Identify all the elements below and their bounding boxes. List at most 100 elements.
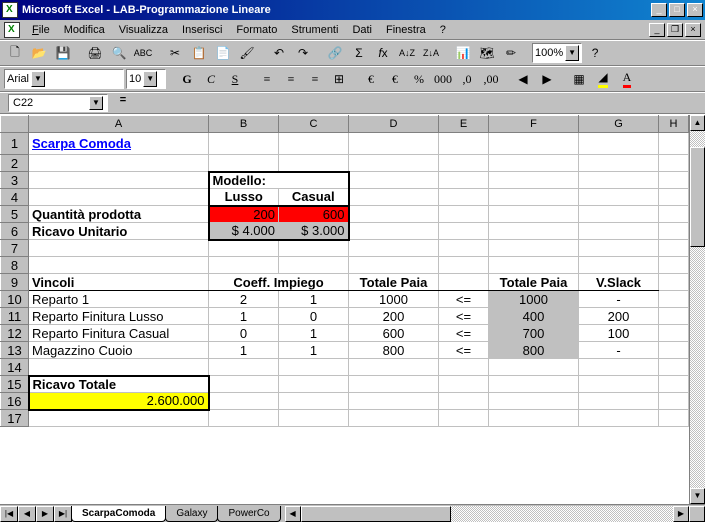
cell-A1[interactable]: Scarpa Comoda	[29, 133, 209, 155]
map-button[interactable]: 🗺	[476, 42, 498, 64]
cell-A15[interactable]: Ricavo Totale	[29, 376, 209, 393]
bold-button[interactable]: G	[176, 68, 198, 90]
col-E[interactable]: E	[439, 116, 489, 133]
menu-finestra[interactable]: Finestra	[380, 22, 432, 38]
row-3[interactable]: 3	[1, 172, 29, 189]
row-8[interactable]: 8	[1, 257, 29, 274]
menu-visualizza[interactable]: Visualizza	[113, 22, 174, 38]
tab-first-button[interactable]: |◀	[0, 506, 18, 522]
tab-prev-button[interactable]: ◀	[18, 506, 36, 522]
cell-D12[interactable]: 600	[349, 325, 439, 342]
cell-A11[interactable]: Reparto Finitura Lusso	[29, 308, 209, 325]
row-10[interactable]: 10	[1, 291, 29, 308]
menu-help[interactable]: ?	[434, 22, 452, 38]
row-7[interactable]: 7	[1, 240, 29, 257]
paste-button[interactable]: 📄	[212, 42, 234, 64]
doc-close-button[interactable]: ×	[685, 23, 701, 37]
row-5[interactable]: 5	[1, 206, 29, 223]
borders-button[interactable]: ▦	[568, 68, 590, 90]
doc-minimize-button[interactable]: _	[649, 23, 665, 37]
row-13[interactable]: 13	[1, 342, 29, 359]
sort-desc-button[interactable]: Z↓A	[420, 42, 442, 64]
redo-button[interactable]: ↷	[292, 42, 314, 64]
cell-C13[interactable]: 1	[279, 342, 349, 359]
row-9[interactable]: 9	[1, 274, 29, 291]
open-button[interactable]: 📂	[28, 42, 50, 64]
cell-G9[interactable]: V.Slack	[579, 274, 659, 291]
maximize-button[interactable]: □	[669, 3, 685, 17]
resize-grip[interactable]	[689, 506, 705, 522]
tab-last-button[interactable]: ▶|	[54, 506, 72, 522]
row-1[interactable]: 1	[1, 133, 29, 155]
tab-galaxy[interactable]: Galaxy	[165, 506, 218, 522]
dec-indent-button[interactable]: ◀	[512, 68, 534, 90]
cell-E12[interactable]: <=	[439, 325, 489, 342]
scroll-right-button[interactable]: ▶	[673, 506, 689, 522]
col-F[interactable]: F	[489, 116, 579, 133]
cell-F12[interactable]: 700	[489, 325, 579, 342]
col-B[interactable]: B	[209, 116, 279, 133]
function-button[interactable]: fx	[372, 42, 394, 64]
euro-button[interactable]: €	[384, 68, 406, 90]
select-all[interactable]	[1, 116, 29, 133]
cell-D9[interactable]: Totale Paia	[349, 274, 439, 291]
formatpainter-button[interactable]: 🖌	[236, 42, 258, 64]
scroll-thumb[interactable]	[690, 147, 705, 247]
cell-B11[interactable]: 1	[209, 308, 279, 325]
row-6[interactable]: 6	[1, 223, 29, 240]
align-left-button[interactable]: ≡	[256, 68, 278, 90]
fill-color-button[interactable]: ◢	[592, 68, 614, 90]
vertical-scrollbar[interactable]: ▲ ▼	[689, 115, 705, 504]
autosum-button[interactable]: Σ	[348, 42, 370, 64]
scroll-left-button[interactable]: ◀	[285, 506, 301, 522]
cell-A13[interactable]: Magazzino Cuoio	[29, 342, 209, 359]
tab-scarpacomoda[interactable]: ScarpaComoda	[71, 506, 166, 522]
cut-button[interactable]: ✂	[164, 42, 186, 64]
drawing-button[interactable]: ✏	[500, 42, 522, 64]
col-A[interactable]: A	[29, 116, 209, 133]
italic-button[interactable]: C	[200, 68, 222, 90]
row-14[interactable]: 14	[1, 359, 29, 376]
minimize-button[interactable]: _	[651, 3, 667, 17]
help-button[interactable]: ?	[584, 42, 606, 64]
cell-A6[interactable]: Ricavo Unitario	[29, 223, 209, 240]
hyperlink-button[interactable]: 🔗	[324, 42, 346, 64]
cell-B4[interactable]: Lusso	[209, 189, 279, 206]
cell-A16[interactable]: 2.600.000	[29, 393, 209, 410]
row-12[interactable]: 12	[1, 325, 29, 342]
inc-indent-button[interactable]: ▶	[536, 68, 558, 90]
undo-button[interactable]: ↶	[268, 42, 290, 64]
menu-modifica[interactable]: Modifica	[58, 22, 111, 38]
col-H[interactable]: H	[659, 116, 689, 133]
cell-G11[interactable]: 200	[579, 308, 659, 325]
tab-next-button[interactable]: ▶	[36, 506, 54, 522]
spellcheck-button[interactable]: ABC	[132, 42, 154, 64]
percent-button[interactable]: %	[408, 68, 430, 90]
new-button[interactable]: 🗋	[4, 42, 26, 64]
cell-C6[interactable]: $ 3.000	[279, 223, 349, 240]
font-color-button[interactable]: A	[616, 68, 638, 90]
row-2[interactable]: 2	[1, 155, 29, 172]
cell-B5[interactable]: 200	[209, 206, 279, 223]
zoom-combo[interactable]: 100%▼	[532, 43, 582, 63]
cell-B13[interactable]: 1	[209, 342, 279, 359]
cell-F10[interactable]: 1000	[489, 291, 579, 308]
menu-file[interactable]: File	[26, 22, 56, 38]
cell-F11[interactable]: 400	[489, 308, 579, 325]
cell-B6[interactable]: $ 4.000	[209, 223, 279, 240]
cell-D13[interactable]: 800	[349, 342, 439, 359]
cell-A9[interactable]: Vincoli	[29, 274, 209, 291]
cell-C4[interactable]: Casual	[279, 189, 349, 206]
cell-C5[interactable]: 600	[279, 206, 349, 223]
cell-C11[interactable]: 0	[279, 308, 349, 325]
cell-G12[interactable]: 100	[579, 325, 659, 342]
workbook-icon[interactable]	[4, 22, 20, 38]
copy-button[interactable]: 📋	[188, 42, 210, 64]
name-box[interactable]: C22▼	[8, 94, 108, 112]
hscroll-thumb[interactable]	[301, 506, 451, 522]
cell-C12[interactable]: 1	[279, 325, 349, 342]
cell-C10[interactable]: 1	[279, 291, 349, 308]
horizontal-scrollbar[interactable]: ◀ ▶	[285, 506, 689, 522]
size-combo[interactable]: 10▼	[126, 69, 166, 89]
cell-B10[interactable]: 2	[209, 291, 279, 308]
